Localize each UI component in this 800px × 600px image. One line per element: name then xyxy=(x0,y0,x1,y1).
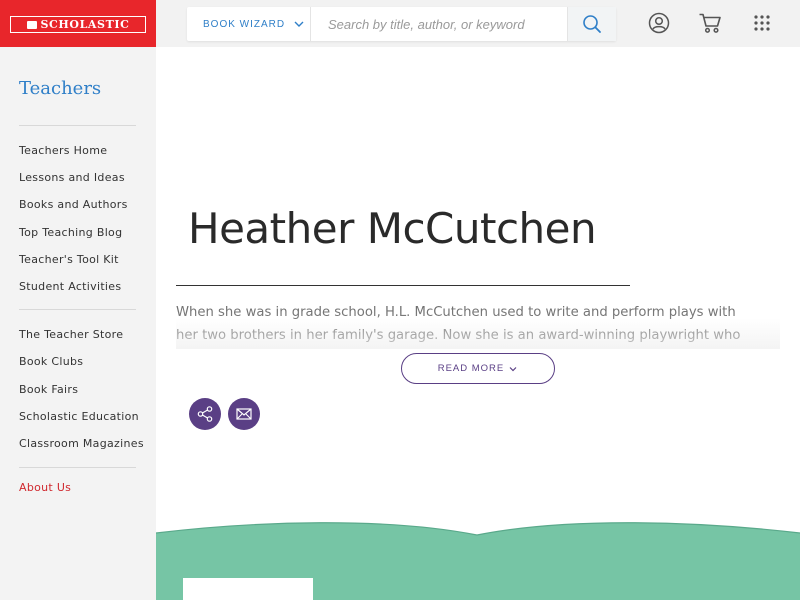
page-title: Heather McCutchen xyxy=(188,204,597,253)
sidebar-item-teacher-store[interactable]: The Teacher Store xyxy=(19,328,123,341)
chevron-down-icon xyxy=(294,21,304,27)
sidebar-item-student-activities[interactable]: Student Activities xyxy=(19,280,121,293)
share-button[interactable] xyxy=(189,398,221,430)
email-button[interactable] xyxy=(228,398,260,430)
sidebar-item-teachers-home[interactable]: Teachers Home xyxy=(19,144,107,157)
scholastic-logo[interactable]: SCHOLASTIC xyxy=(0,0,156,47)
sidebar-divider xyxy=(19,309,136,310)
search-icon xyxy=(583,15,601,33)
account-button[interactable] xyxy=(647,11,671,35)
bio-line: her two brothers in her family's garage.… xyxy=(176,328,741,343)
logo-badge: SCHOLASTIC xyxy=(10,16,146,33)
logo-text: SCHOLASTIC xyxy=(40,18,130,31)
bio-line: When she was in grade school, H.L. McCut… xyxy=(176,305,736,320)
book-wizard-label: BOOK WIZARD xyxy=(203,18,286,30)
sidebar-item-lessons-and-ideas[interactable]: Lessons and Ideas xyxy=(19,171,125,184)
chevron-down-icon xyxy=(509,366,517,371)
sidebar-divider xyxy=(19,467,136,468)
search-bar: BOOK WIZARD xyxy=(187,7,616,41)
share-icon xyxy=(197,406,213,422)
book-wizard-dropdown[interactable]: BOOK WIZARD xyxy=(187,7,311,41)
sidebar-item-scholastic-education[interactable]: Scholastic Education xyxy=(19,410,139,423)
read-more-label: READ MORE xyxy=(437,363,505,374)
sidebar-item-book-fairs[interactable]: Book Fairs xyxy=(19,383,78,396)
search-button[interactable] xyxy=(567,7,616,41)
read-more-button[interactable]: READ MORE xyxy=(401,353,555,384)
sidebar-item-teachers-tool-kit[interactable]: Teacher's Tool Kit xyxy=(19,253,119,266)
account-icon xyxy=(648,12,670,34)
menu-button[interactable] xyxy=(750,11,774,35)
sidebar-item-top-teaching-blog[interactable]: Top Teaching Blog xyxy=(19,226,122,239)
cart-icon xyxy=(699,13,721,33)
sidebar-title[interactable]: Teachers xyxy=(19,78,101,99)
title-divider xyxy=(176,285,630,286)
book-logo-icon xyxy=(26,20,37,29)
sidebar-item-about-us[interactable]: About Us xyxy=(19,481,71,494)
author-bio: When she was in grade school, H.L. McCut… xyxy=(176,301,780,349)
grid-menu-icon xyxy=(754,15,770,31)
sidebar-item-books-and-authors[interactable]: Books and Authors xyxy=(19,198,128,211)
sidebar-divider xyxy=(19,125,136,126)
content-card xyxy=(183,578,313,600)
sidebar-item-book-clubs[interactable]: Book Clubs xyxy=(19,355,83,368)
search-input[interactable] xyxy=(312,7,567,41)
sidebar xyxy=(0,47,156,600)
email-icon xyxy=(236,408,252,420)
cart-button[interactable] xyxy=(698,11,722,35)
sidebar-item-classroom-magazines[interactable]: Classroom Magazines xyxy=(19,437,144,450)
